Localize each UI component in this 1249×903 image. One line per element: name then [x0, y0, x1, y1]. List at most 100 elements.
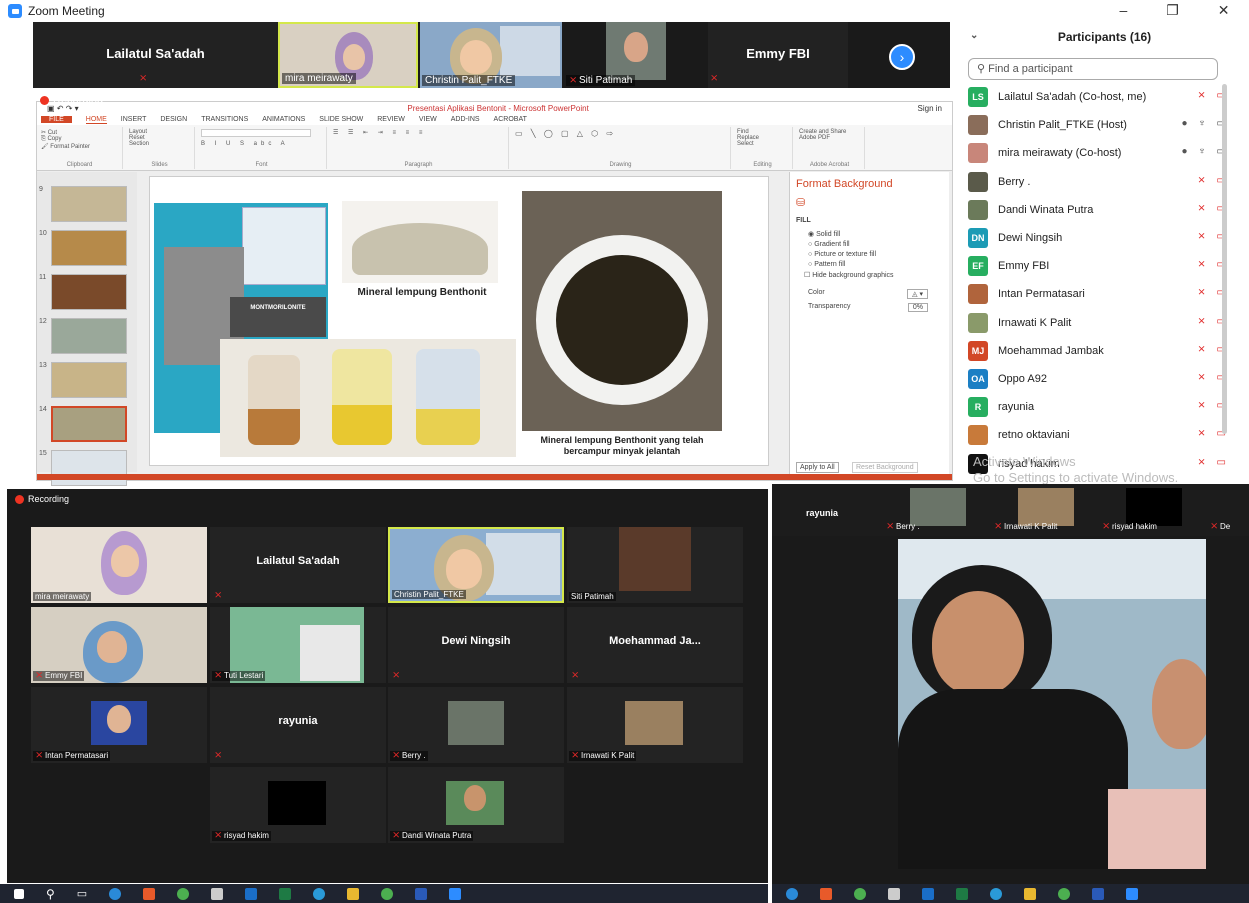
font-format-buttons[interactable]: B I U S abc A: [201, 141, 322, 147]
gallery-tile-dewi[interactable]: Dewi Ningsih ⨯: [388, 607, 564, 683]
active-speaker-video[interactable]: [898, 539, 1206, 869]
participant-row[interactable]: EF Emmy FBI ⨯ ▭: [968, 252, 1230, 280]
close-button[interactable]: ✕: [1218, 2, 1230, 22]
strip-tile-siti[interactable]: ⨯ Siti Patimah: [564, 22, 706, 88]
cut-button[interactable]: ✂ Cut: [41, 129, 118, 136]
participant-row[interactable]: OA Oppo A92 ⨯ ▭: [968, 365, 1230, 393]
tab-transitions[interactable]: TRANSITIONS: [201, 116, 248, 123]
tab-home[interactable]: HOME: [85, 116, 107, 124]
zoom-icon[interactable]: [449, 887, 462, 900]
gallery-tile-intan[interactable]: ⨯ Intan Permatasari: [31, 687, 207, 763]
fill-pattern-radio[interactable]: ○ Pattern fill: [808, 261, 949, 268]
tab-view[interactable]: VIEW: [419, 116, 437, 123]
strip-tile-emmy[interactable]: Emmy FBI ⨯: [708, 22, 848, 88]
tab-file[interactable]: FILE: [41, 116, 72, 123]
fill-section[interactable]: FILL: [796, 217, 949, 224]
slide-canvas[interactable]: MONTMORILONITE Mineral lempung Benthonit…: [149, 176, 769, 466]
strip-tile-berry[interactable]: ⨯ Berry .: [882, 488, 986, 532]
participant-row[interactable]: Intan Permatasari ⨯ ▭: [968, 280, 1230, 308]
maximize-button[interactable]: ❐: [1166, 2, 1179, 22]
chrome2-icon[interactable]: [381, 887, 394, 900]
word-icon[interactable]: [1092, 887, 1104, 900]
chrome-icon[interactable]: [854, 887, 866, 900]
search-icon[interactable]: ⚲: [46, 887, 55, 901]
select-button[interactable]: Select: [737, 141, 788, 147]
create-pdf-button[interactable]: Create and Share Adobe PDF: [799, 129, 860, 141]
ie-icon[interactable]: [990, 887, 1002, 900]
gallery-tile-dandi[interactable]: ⨯ Dandi Winata Putra: [388, 767, 564, 843]
strip-tile-irnawati[interactable]: ⨯ Irnawati K Palit: [990, 488, 1094, 532]
store-icon[interactable]: [888, 887, 900, 900]
slide-thumb-11[interactable]: [51, 274, 127, 310]
tab-slideshow[interactable]: SLIDE SHOW: [319, 116, 363, 123]
fill-gradient-radio[interactable]: ○ Gradient fill: [808, 241, 949, 248]
outlook-icon[interactable]: [922, 887, 934, 900]
edge-icon[interactable]: [786, 887, 798, 900]
chevron-right-icon[interactable]: ›: [889, 44, 915, 70]
participants-scrollbar[interactable]: [1222, 84, 1227, 434]
app-icon[interactable]: [143, 887, 156, 900]
gallery-tile-siti[interactable]: Siti Patimah: [567, 527, 743, 603]
mic-muted-icon[interactable]: ⨯ ▭: [1197, 457, 1230, 468]
fill-solid-radio[interactable]: ◉ Solid fill: [808, 230, 949, 238]
ie-icon[interactable]: [313, 887, 326, 900]
slide-thumb-14-selected[interactable]: [51, 406, 127, 442]
font-name-select[interactable]: [201, 129, 311, 137]
transparency-input[interactable]: 0%: [907, 303, 928, 312]
ppt-signin[interactable]: Sign in: [918, 104, 942, 113]
slide-thumb-9[interactable]: [51, 186, 127, 222]
edge-icon[interactable]: [109, 887, 122, 900]
gallery-tile-mira[interactable]: mira meirawaty: [31, 527, 207, 603]
participant-row[interactable]: Irnawati K Palit ⨯ ▭: [968, 309, 1230, 337]
participant-search-input[interactable]: ⚲ Find a participant: [968, 58, 1218, 80]
gallery-tile-lailatul[interactable]: Lailatul Sa'adah ⨯: [210, 527, 386, 603]
explorer-icon[interactable]: [347, 887, 360, 900]
apply-to-all-button[interactable]: Apply to All: [796, 462, 839, 473]
zoom-icon[interactable]: [1126, 887, 1138, 900]
participant-row[interactable]: Rrayunia ⨯ ▭: [968, 393, 1230, 421]
gallery-tile-moehammad[interactable]: Moehammad Ja... ⨯: [567, 607, 743, 683]
windows-icon[interactable]: [14, 888, 24, 899]
tab-acrobat[interactable]: ACROBAT: [494, 116, 527, 123]
chrome-icon[interactable]: [177, 887, 190, 900]
participant-row[interactable]: MJ Moehammad Jambak ⨯ ▭: [968, 337, 1230, 365]
gallery-tile-rayunia[interactable]: rayunia ⨯: [210, 687, 386, 763]
color-picker-button[interactable]: ◬ ▾: [907, 289, 928, 299]
slide-thumb-10[interactable]: [51, 230, 127, 266]
reset-background-button[interactable]: Reset Background: [852, 462, 918, 473]
strip-tile-christin[interactable]: Christin Palit_FTKE: [420, 22, 562, 88]
chevron-down-icon[interactable]: ⌄: [970, 30, 978, 41]
gallery-tile-tuti[interactable]: ⨯ Tuti Lestari: [210, 607, 386, 683]
participant-row[interactable]: DN Dewi Ningsih ⨯ ▭: [968, 224, 1230, 252]
taskview-icon[interactable]: ▭: [77, 887, 87, 900]
paragraph-buttons[interactable]: ☰ ☰ ⇤ ⇥ ≡ ≡ ≡: [333, 129, 504, 136]
chrome2-icon[interactable]: [1058, 887, 1070, 900]
shapes-gallery[interactable]: ▭ ╲ ◯ ▢ △ ⬡ ⇨: [515, 129, 726, 138]
strip-tile-rayunia[interactable]: rayunia: [780, 488, 880, 532]
strip-tile-mira[interactable]: mira meirawaty: [278, 22, 418, 88]
section-button[interactable]: Section: [129, 141, 190, 147]
excel-icon[interactable]: [279, 887, 292, 900]
fill-picture-radio[interactable]: ○ Picture or texture fill: [808, 251, 949, 258]
store-icon[interactable]: [211, 887, 224, 900]
participant-row[interactable]: Berry . ⨯ ▭: [968, 168, 1230, 196]
outlook-icon[interactable]: [245, 887, 258, 900]
tab-animations[interactable]: ANIMATIONS: [262, 116, 305, 123]
gallery-tile-risyad[interactable]: ⨯ risyad hakim: [210, 767, 386, 843]
slide-thumb-13[interactable]: [51, 362, 127, 398]
hide-background-checkbox[interactable]: ☐ Hide background graphics: [804, 271, 949, 279]
strip-tile-partial[interactable]: ⨯ De: [1206, 488, 1249, 532]
gallery-tile-berry[interactable]: ⨯ Berry .: [388, 687, 564, 763]
participant-row[interactable]: Dandi Winata Putra ⨯ ▭: [968, 196, 1230, 224]
format-painter-button[interactable]: 🖌 Format Painter: [41, 143, 118, 150]
participant-row[interactable]: Christin Palit_FTKE (Host) ● ♆ ▭: [968, 111, 1230, 139]
tab-design[interactable]: DESIGN: [160, 116, 187, 123]
slide-thumb-12[interactable]: [51, 318, 127, 354]
excel-icon[interactable]: [956, 887, 968, 900]
participant-row[interactable]: retno oktaviani ⨯ ▭: [968, 421, 1230, 449]
strip-tile-risyad[interactable]: ⨯ risyad hakim: [1098, 488, 1202, 532]
minimize-button[interactable]: –: [1119, 2, 1127, 22]
tab-insert[interactable]: INSERT: [121, 116, 147, 123]
copy-button[interactable]: ⎘ Copy: [41, 136, 118, 143]
tab-review[interactable]: REVIEW: [377, 116, 405, 123]
